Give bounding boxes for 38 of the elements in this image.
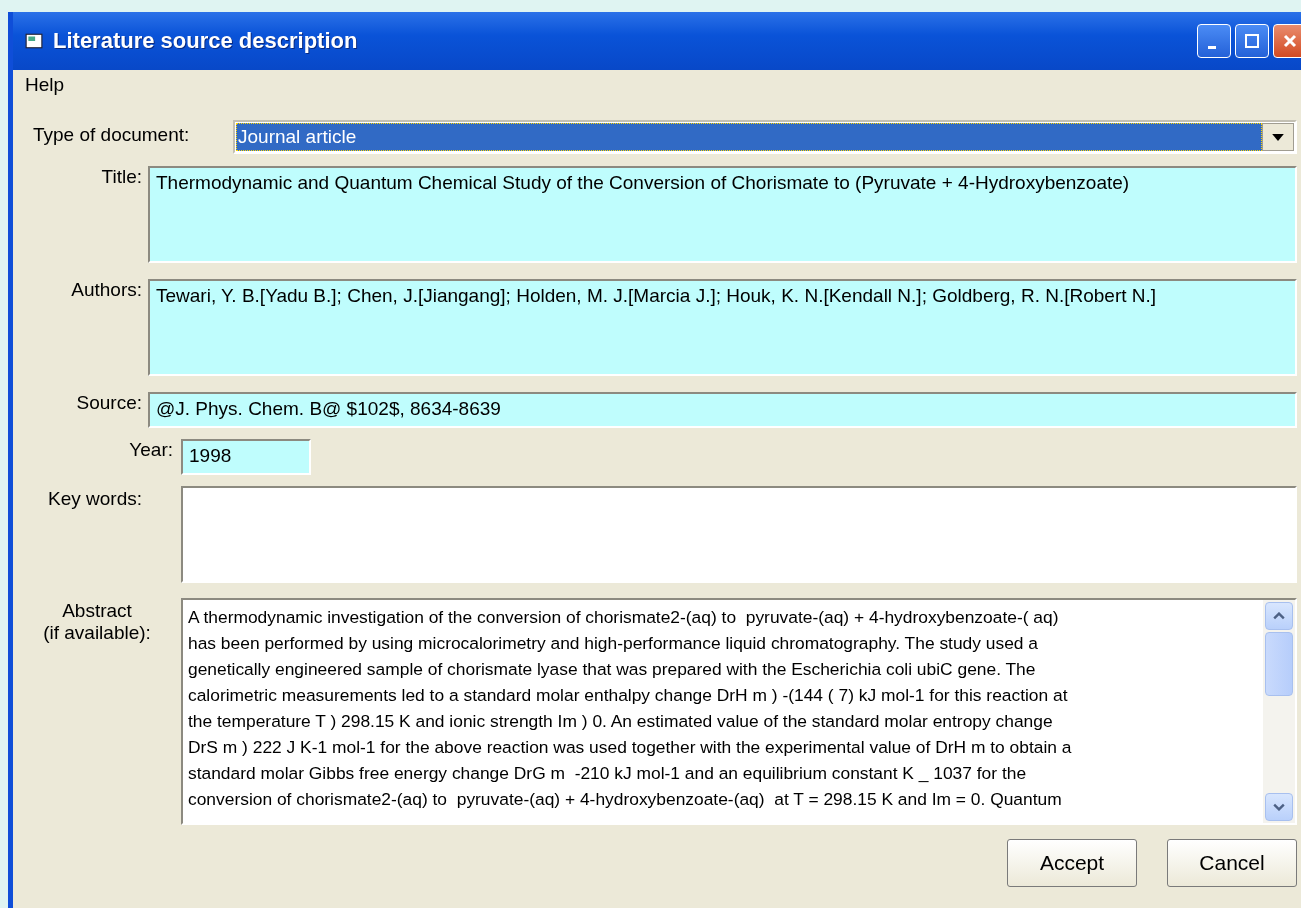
maximize-icon bbox=[1242, 31, 1262, 51]
text-field[interactable]: @J. Phys. Chem. B@ $102$, 8634-8639 bbox=[148, 392, 1297, 428]
text-field[interactable]: 1998 bbox=[181, 439, 311, 475]
abstract-text-line: standard molar Gibbs free energy change DrG m -210 kJ mol-1 and an equilibrium constant K _ 1037 for the bbox=[188, 762, 1028, 785]
text-field[interactable]: Thermodynamic and Quantum Chemical Study of the Conversion of Chorismate to (Pyruvate + 4-Hydroxybenzoate) bbox=[148, 166, 1297, 263]
abstract-field[interactable] bbox=[181, 598, 1297, 825]
window-title: Literature source description bbox=[53, 28, 358, 54]
field-label: Authors: bbox=[70, 279, 143, 302]
abstract-text-line: A thermodynamic investigation of the conversion of chorismate2-(aq) to pyruvate-(aq) + 4-hydroxybenzoate-( aq) bbox=[188, 606, 1060, 629]
field-label: Source: bbox=[75, 392, 143, 415]
dropdown-arrow-icon bbox=[1272, 133, 1284, 141]
minimize-icon bbox=[1208, 45, 1216, 49]
maximize-button[interactable] bbox=[1235, 24, 1269, 58]
field-label: Key words: bbox=[47, 487, 143, 511]
abstract-text-line: DrS m ) 222 J K-1 mol-1 for the above reaction was used together with the experimental value of DrH m to obtain a bbox=[188, 736, 1073, 759]
menu-item[interactable]: Help bbox=[25, 74, 65, 96]
scroll-down-icon bbox=[1273, 803, 1285, 811]
dialog-button[interactable]: Cancel bbox=[1167, 839, 1297, 887]
scrollbar[interactable] bbox=[1263, 600, 1295, 823]
abstract-text-line: the temperature T ) 298.15 K and ionic strength Im ) 0. An estimated value of the standard molar entropy change bbox=[188, 710, 1054, 733]
text-field[interactable] bbox=[181, 486, 1297, 583]
field-label: Abstract bbox=[62, 600, 132, 622]
abstract-text-line: conversion of chorismate2-(aq) to pyruvate-(aq) + 4-hydroxybenzoate-(aq) at T = 298.15 K and Im = 0. Quantum bbox=[188, 788, 1063, 811]
abstract-text-line: calorimetric measurements led to a standard molar enthalpy change DrH m ) -(144 ( 7) kJ mol-1 for this reaction at bbox=[188, 684, 1069, 707]
abstract-text-line: has been performed by using microcalorimetry and high-performance liquid chromatography. The study used a bbox=[188, 632, 1039, 655]
abstract-text-line: genetically engineered sample of chorismate lyase that was prepared with the Escherichia coli ubiC gene. The bbox=[188, 658, 1037, 681]
window-icon bbox=[25, 32, 43, 50]
scrollbar-thumb[interactable] bbox=[1265, 632, 1293, 696]
scroll-up-icon bbox=[1273, 612, 1285, 620]
field-label: Year: bbox=[128, 439, 174, 462]
field-label: Type of document: bbox=[32, 123, 191, 146]
dialog-button[interactable]: Accept bbox=[1007, 839, 1137, 887]
close-button[interactable] bbox=[1273, 24, 1301, 58]
minimize-button[interactable] bbox=[1197, 24, 1231, 58]
text-field[interactable]: Tewari, Y. B.[Yadu B.]; Chen, J.[Jiangang]; Holden, M. J.[Marcia J.]; Houk, K. N.[Kendall N.]; Goldberg, R. N.[Robert N.] bbox=[148, 279, 1297, 376]
document-type-dropdown[interactable]: Journal article bbox=[233, 120, 1297, 154]
field-label: (if available): bbox=[43, 622, 151, 644]
field-label: Title: bbox=[100, 166, 143, 189]
